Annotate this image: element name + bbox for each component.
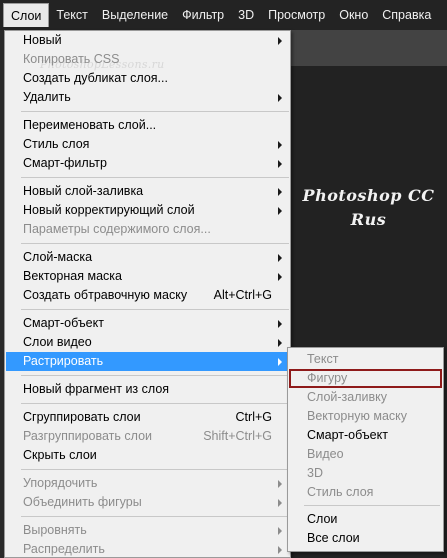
menu-item-shortcut: Alt+Ctrl+G bbox=[213, 288, 272, 302]
menu-item-label: Смарт-фильтр bbox=[23, 156, 107, 170]
menu-item-hide-layers[interactable]: Скрыть слои bbox=[6, 446, 289, 465]
submenu-arrow-icon bbox=[278, 254, 282, 262]
menu-item-layer-content-options[interactable]: Параметры содержимого слоя... bbox=[6, 220, 289, 239]
menu-item-new-adjustment-layer[interactable]: Новый корректирующий слой bbox=[6, 201, 289, 220]
menu-item-shortcut: Ctrl+G bbox=[235, 410, 272, 424]
canvas-brand-line-1: Photoshop CC bbox=[302, 186, 435, 205]
menu-item-layer-mask[interactable]: Слой-маска bbox=[6, 248, 289, 267]
menubar-window[interactable]: Окно bbox=[332, 3, 375, 27]
menu-item-smart-filter[interactable]: Смарт-фильтр bbox=[6, 154, 289, 173]
canvas-brand-line-2: Rus bbox=[350, 210, 387, 229]
menu-item-layer-style[interactable]: Стиль слоя bbox=[6, 135, 289, 154]
menu-item-label: Объединить фигуры bbox=[23, 495, 142, 509]
menu-item-ungroup-layers[interactable]: Разгруппировать слои Shift+Ctrl+G bbox=[6, 427, 289, 446]
menu-item-label: Удалить bbox=[23, 90, 71, 104]
submenu-arrow-icon bbox=[278, 94, 282, 102]
menu-item-label: Смарт-объект bbox=[23, 316, 104, 330]
submenu-arrow-icon bbox=[278, 339, 282, 347]
menu-item-label: Разгруппировать слои bbox=[23, 429, 153, 443]
submenu-arrow-icon bbox=[278, 37, 282, 45]
submenu-arrow-icon bbox=[278, 320, 282, 328]
menu-bar: Слои Текст Выделение Фильтр 3D Просмотр … bbox=[0, 0, 447, 30]
menu-item-smart-object[interactable]: Смарт-объект bbox=[6, 314, 289, 333]
menubar-help[interactable]: Справка bbox=[375, 3, 438, 27]
submenu-item-shape[interactable]: Фигуру bbox=[289, 369, 442, 388]
menu-item-label: Новый фрагмент из слоя bbox=[23, 382, 170, 396]
menu-item-video-layers[interactable]: Слои видео bbox=[6, 333, 289, 352]
menu-item-label: Растрировать bbox=[23, 354, 104, 368]
submenu-item-smart-object[interactable]: Смарт-объект bbox=[289, 426, 442, 445]
menu-item-create-clipping-mask[interactable]: Создать обтравочную маску Alt+Ctrl+G bbox=[6, 286, 289, 305]
submenu-separator bbox=[304, 505, 440, 506]
menu-item-label: Скрыть слои bbox=[23, 448, 97, 462]
menu-item-label: Векторная маска bbox=[23, 269, 122, 283]
menubar-filter[interactable]: Фильтр bbox=[175, 3, 231, 27]
menu-item-label: Упорядочить bbox=[23, 476, 98, 490]
menu-item-label: Новый слой-заливка bbox=[23, 184, 144, 198]
menu-separator bbox=[21, 516, 289, 517]
menu-item-label: Выровнять bbox=[23, 523, 87, 537]
layers-menu: PhotoshopLessons.ru Новый Копировать CSS… bbox=[4, 30, 291, 558]
menu-item-vector-mask[interactable]: Векторная маска bbox=[6, 267, 289, 286]
document-tab-bar bbox=[290, 30, 447, 66]
submenu-arrow-icon bbox=[278, 141, 282, 149]
menu-item-rasterize[interactable]: Растрировать bbox=[6, 352, 289, 371]
menu-item-rename-layer[interactable]: Переименовать слой... bbox=[6, 116, 289, 135]
menu-separator bbox=[21, 177, 289, 178]
menu-separator bbox=[21, 243, 289, 244]
menu-item-new-slice-from-layer[interactable]: Новый фрагмент из слоя bbox=[6, 380, 289, 399]
menu-item-copy-css[interactable]: Копировать CSS bbox=[6, 50, 289, 69]
menu-item-new-fill-layer[interactable]: Новый слой-заливка bbox=[6, 182, 289, 201]
menu-item-duplicate-layer[interactable]: Создать дубликат слоя... bbox=[6, 69, 289, 88]
menubar-layers[interactable]: Слои bbox=[3, 3, 50, 27]
menu-item-new[interactable]: Новый bbox=[6, 31, 289, 50]
submenu-arrow-icon bbox=[278, 546, 282, 554]
menubar-3d[interactable]: 3D bbox=[231, 3, 261, 27]
menu-separator bbox=[21, 469, 289, 470]
menu-item-label: Параметры содержимого слоя... bbox=[23, 222, 211, 236]
menu-item-label: Новый bbox=[23, 33, 62, 47]
menu-separator bbox=[21, 375, 289, 376]
menu-separator bbox=[21, 111, 289, 112]
menu-item-label: Слои видео bbox=[23, 335, 92, 349]
menubar-text[interactable]: Текст bbox=[49, 3, 94, 27]
submenu-arrow-icon bbox=[278, 358, 282, 366]
menu-item-label: Копировать CSS bbox=[23, 52, 120, 66]
submenu-arrow-icon bbox=[278, 273, 282, 281]
rasterize-submenu: Текст Фигуру Слой-заливку Векторную маск… bbox=[287, 347, 444, 552]
submenu-arrow-icon bbox=[278, 207, 282, 215]
menu-item-distribute[interactable]: Распределить bbox=[6, 540, 289, 558]
menu-item-label: Слой-маска bbox=[23, 250, 93, 264]
menu-item-label: Сгруппировать слои bbox=[23, 410, 141, 424]
submenu-item-video[interactable]: Видео bbox=[289, 445, 442, 464]
menu-item-combine-shapes[interactable]: Объединить фигуры bbox=[6, 493, 289, 512]
menu-item-group-layers[interactable]: Сгруппировать слои Ctrl+G bbox=[6, 408, 289, 427]
menu-item-label: Создать дубликат слоя... bbox=[23, 71, 168, 85]
menu-item-arrange[interactable]: Упорядочить bbox=[6, 474, 289, 493]
submenu-item-vector-mask[interactable]: Векторную маску bbox=[289, 407, 442, 426]
submenu-item-fill-content[interactable]: Слой-заливку bbox=[289, 388, 442, 407]
menu-item-label: Создать обтравочную маску bbox=[23, 288, 188, 302]
menu-item-label: Стиль слоя bbox=[23, 137, 90, 151]
submenu-arrow-icon bbox=[278, 527, 282, 535]
menu-item-label: Новый корректирующий слой bbox=[23, 203, 195, 217]
menu-separator bbox=[21, 403, 289, 404]
menubar-select[interactable]: Выделение bbox=[95, 3, 175, 27]
submenu-arrow-icon bbox=[278, 499, 282, 507]
submenu-arrow-icon bbox=[278, 480, 282, 488]
submenu-item-type[interactable]: Текст bbox=[289, 350, 442, 369]
submenu-item-layer-style[interactable]: Стиль слоя bbox=[289, 483, 442, 502]
menu-item-align[interactable]: Выровнять bbox=[6, 521, 289, 540]
menu-item-shortcut: Shift+Ctrl+G bbox=[203, 429, 272, 443]
submenu-arrow-icon bbox=[278, 188, 282, 196]
menu-item-delete[interactable]: Удалить bbox=[6, 88, 289, 107]
submenu-arrow-icon bbox=[278, 160, 282, 168]
menu-item-label: Переименовать слой... bbox=[23, 118, 157, 132]
submenu-item-all-layers[interactable]: Все слои bbox=[289, 529, 442, 548]
submenu-item-3d[interactable]: 3D bbox=[289, 464, 442, 483]
menubar-view[interactable]: Просмотр bbox=[261, 3, 332, 27]
menu-separator bbox=[21, 309, 289, 310]
menu-item-label: Распределить bbox=[23, 542, 105, 556]
submenu-item-layers[interactable]: Слои bbox=[289, 510, 442, 529]
